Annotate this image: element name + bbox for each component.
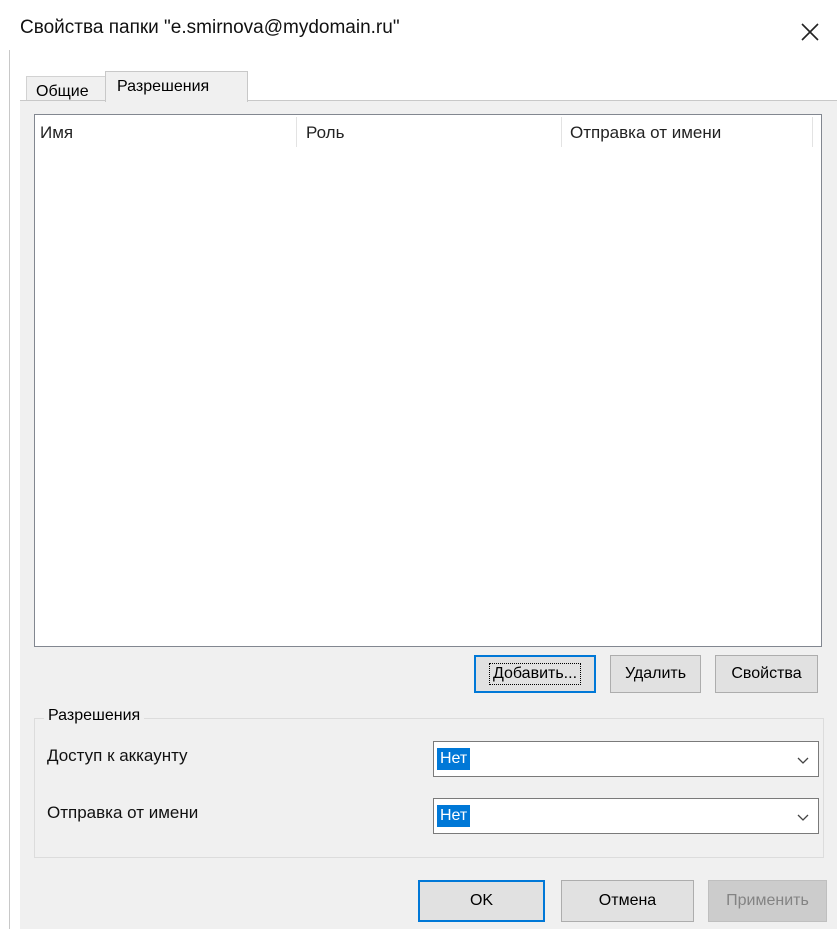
apply-button[interactable]: Применить (708, 880, 827, 922)
permissions-list[interactable]: Имя Роль Отправка от имени (34, 114, 822, 647)
column-header-name[interactable]: Имя (40, 123, 73, 143)
add-button-label: Добавить... (488, 663, 582, 685)
permissions-group-legend: Разрешения (44, 707, 145, 725)
permissions-groupbox (34, 718, 824, 858)
folder-properties-dialog: Свойства папки "e.smirnova@mydomain.ru" … (0, 0, 837, 929)
properties-button[interactable]: Свойства (715, 655, 818, 693)
send-as-select[interactable]: Нет (433, 798, 819, 834)
chevron-down-icon (797, 757, 809, 764)
list-header: Имя Роль Отправка от имени (35, 115, 821, 149)
cancel-button[interactable]: Отмена (561, 880, 694, 922)
column-header-role[interactable]: Роль (306, 123, 344, 143)
column-divider[interactable] (812, 117, 813, 147)
selected-tab-gap (106, 100, 247, 102)
add-button[interactable]: Добавить... (474, 655, 596, 693)
window-border (9, 50, 10, 929)
send-as-value: Нет (437, 805, 471, 827)
send-as-label: Отправка от имени (47, 803, 199, 822)
close-button[interactable] (790, 12, 830, 52)
column-header-send-as[interactable]: Отправка от имени (570, 123, 721, 143)
tab-general[interactable]: Общие (26, 76, 106, 100)
remove-button[interactable]: Удалить (610, 655, 701, 693)
column-divider[interactable] (296, 117, 297, 147)
chevron-down-icon (797, 814, 809, 821)
ok-button[interactable]: OK (418, 880, 545, 922)
account-access-label: Доступ к аккаунту (47, 746, 188, 765)
column-divider[interactable] (561, 117, 562, 147)
account-access-select[interactable]: Нет (433, 741, 819, 777)
dialog-title: Свойства папки "e.smirnova@mydomain.ru" (20, 17, 400, 38)
account-access-value: Нет (437, 748, 471, 770)
close-icon (801, 23, 819, 41)
tab-permissions[interactable]: Разрешения (105, 71, 248, 102)
